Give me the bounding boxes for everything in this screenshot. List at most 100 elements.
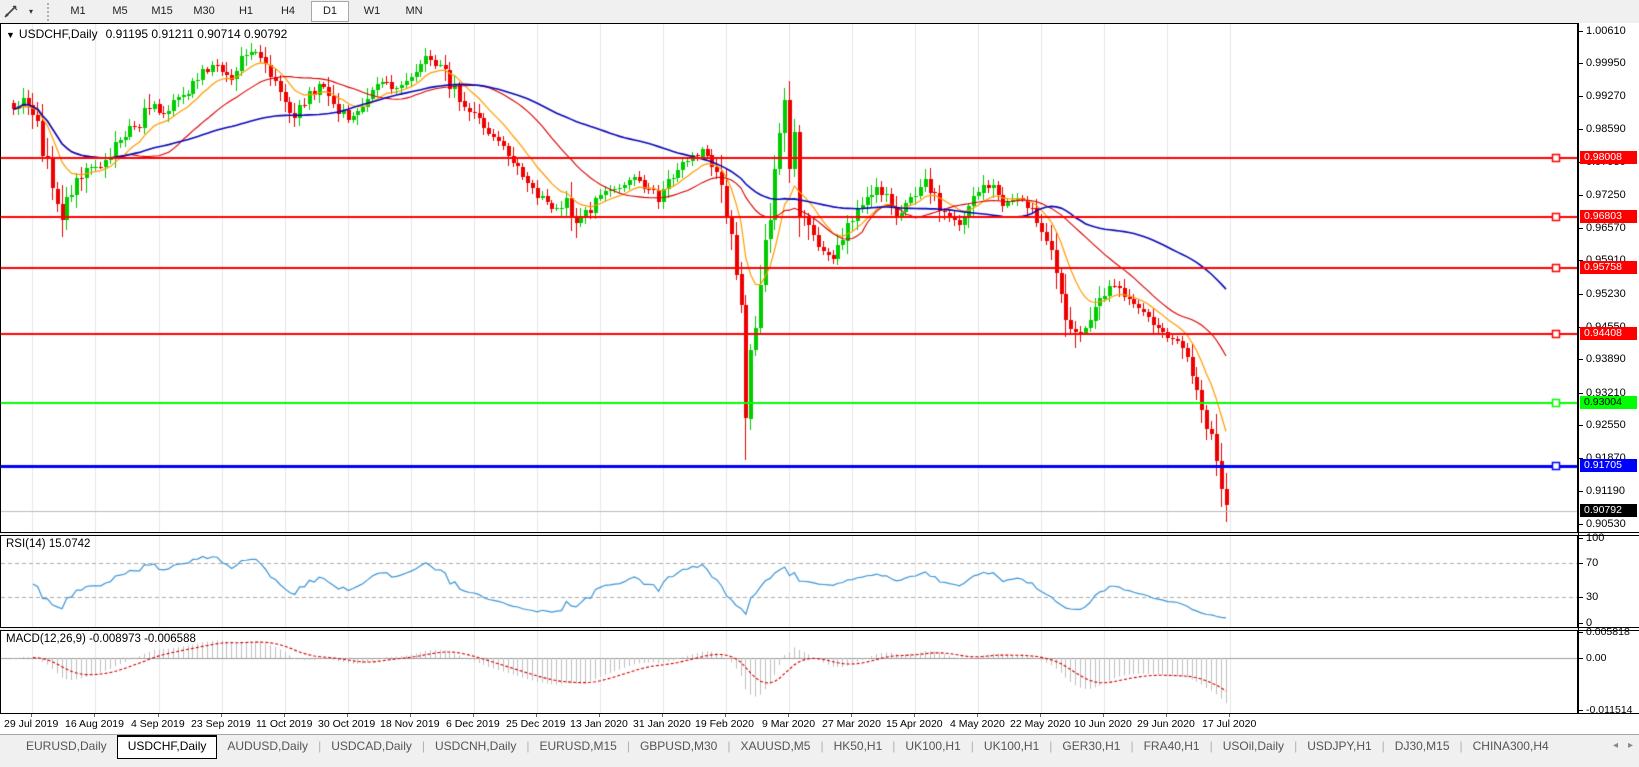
level-price-badge: 0.95758: [1580, 261, 1637, 274]
timeframe-button-m1[interactable]: M1: [59, 1, 97, 22]
tab-china300-h4[interactable]: CHINA300,H4: [1463, 736, 1559, 756]
price-tick: [1579, 393, 1583, 394]
time-tick: [1040, 714, 1041, 717]
price-tick: [1579, 195, 1583, 196]
time-tick: [221, 714, 222, 717]
time-tick: [410, 714, 411, 717]
time-tick: [1229, 714, 1230, 717]
time-tick: [599, 714, 600, 717]
cursor-tool-dropdown[interactable]: ▾: [23, 2, 37, 22]
level-price-badge: 0.96803: [1580, 210, 1637, 223]
rsi-tick-label: 70: [1586, 557, 1598, 569]
time-tick: [31, 714, 32, 717]
crosshair-icon: [4, 4, 19, 19]
tab-xauusd-m5[interactable]: XAUUSD,M5: [730, 736, 820, 756]
price-tick: [1579, 228, 1583, 229]
tab-hk50-h1[interactable]: HK50,H1: [824, 736, 893, 756]
tab-scroll-left-icon[interactable]: ◂: [1613, 740, 1618, 751]
tab-eurusd-m15[interactable]: EURUSD,M15: [529, 736, 626, 756]
chart-title: ▼USDCHF,Daily0.91195 0.91211 0.90714 0.9…: [6, 27, 287, 41]
time-tick: [977, 714, 978, 717]
time-tick-label: 4 Sep 2019: [131, 718, 185, 730]
tab-uk100-h1[interactable]: UK100,H1: [974, 736, 1049, 756]
time-tick: [536, 714, 537, 717]
price-tick: [1579, 491, 1583, 492]
time-tick: [851, 714, 852, 717]
rsi-tick: [1579, 623, 1583, 624]
current-price-badge: 0.90792: [1580, 504, 1637, 517]
tab-usdcnh-daily[interactable]: USDCNH,Daily: [425, 736, 526, 756]
timeframe-button-h4[interactable]: H4: [269, 1, 307, 22]
macd-canvas[interactable]: [1, 631, 1577, 713]
timeframe-buttons: M1M5M15M30H1H4D1W1MN: [57, 1, 435, 22]
tab-scrollers: ◂ ▸: [1613, 740, 1633, 751]
pane-divider: [1579, 535, 1639, 536]
tab-dj30-m15[interactable]: DJ30,M15: [1385, 736, 1460, 756]
time-tick-label: 9 Mar 2020: [762, 718, 815, 730]
rsi-label: RSI(14) 15.0742: [6, 538, 90, 550]
rsi-tick: [1579, 563, 1583, 564]
price-tick-label: 0.90530: [1586, 518, 1626, 530]
price-tick-label: 0.97250: [1586, 189, 1626, 201]
level-price-badge: 0.91705: [1580, 459, 1637, 472]
price-tick: [1579, 129, 1583, 130]
time-tick-label: 11 Oct 2019: [256, 718, 312, 730]
tab-fra40-h1[interactable]: FRA40,H1: [1134, 736, 1210, 756]
time-tick: [284, 714, 285, 717]
tab-usdcad-daily[interactable]: USDCAD,Daily: [321, 736, 422, 756]
time-tick-label: 30 Oct 2019: [318, 718, 375, 730]
price-tick-label: 0.92550: [1586, 419, 1626, 431]
timeframe-button-d1[interactable]: D1: [311, 1, 349, 22]
tab-uk100-h1[interactable]: UK100,H1: [895, 736, 970, 756]
rsi-tick-label: 30: [1586, 591, 1598, 603]
time-tick-label: 13 Jan 2020: [570, 718, 628, 730]
tab-audusd-daily[interactable]: AUDUSD,Daily: [217, 736, 318, 756]
timeframe-button-m15[interactable]: M15: [143, 1, 181, 22]
rsi-indicator-pane: RSI(14) 15.0742: [0, 535, 1578, 628]
price-tick: [1579, 63, 1583, 64]
time-tick-label: 23 Sep 2019: [191, 718, 251, 730]
tab-usdchf-daily[interactable]: USDCHF,Daily: [117, 735, 218, 759]
tab-usdjpy-h1[interactable]: USDJPY,H1: [1297, 736, 1381, 756]
pane-divider: [1579, 627, 1639, 628]
time-tick-label: 19 Feb 2020: [695, 718, 754, 730]
price-chart-canvas[interactable]: [1, 24, 1577, 532]
tab-ger30-h1[interactable]: GER30,H1: [1052, 736, 1130, 756]
timeframe-button-mn[interactable]: MN: [395, 1, 433, 22]
tab-scroll-right-icon[interactable]: ▸: [1628, 740, 1633, 751]
time-tick: [662, 714, 663, 717]
time-tick-label: 10 Jun 2020: [1074, 718, 1132, 730]
macd-tick-label: 0.00: [1586, 652, 1606, 664]
macd-tick: [1579, 632, 1583, 633]
price-axis: 1.006100.999500.992700.985900.979300.972…: [1578, 23, 1639, 714]
time-tick: [347, 714, 348, 717]
timeframe-toolbar: ▾ M1M5M15M30H1H4D1W1MN: [0, 0, 1639, 24]
timeframe-button-w1[interactable]: W1: [353, 1, 391, 22]
price-tick: [1579, 524, 1583, 525]
timeframe-button-h1[interactable]: H1: [227, 1, 265, 22]
time-tick-label: 18 Nov 2019: [380, 718, 440, 730]
tab-gbpusd-m30[interactable]: GBPUSD,M30: [630, 736, 727, 756]
rsi-canvas[interactable]: [1, 536, 1577, 627]
time-tick: [473, 714, 474, 717]
time-tick: [1103, 714, 1104, 717]
time-tick-label: 25 Dec 2019: [506, 718, 566, 730]
timeframe-button-m30[interactable]: M30: [185, 1, 223, 22]
cursor-tool-button[interactable]: [0, 2, 23, 22]
tab-eurusd-daily[interactable]: EURUSD,Daily: [16, 736, 117, 756]
chart-ohlc-values: 0.91195 0.91211 0.90714 0.90792: [106, 27, 288, 41]
timeframe-button-m5[interactable]: M5: [101, 1, 139, 22]
price-tick-label: 1.00610: [1586, 25, 1626, 37]
price-chart-pane: ▼USDCHF,Daily0.91195 0.91211 0.90714 0.9…: [0, 23, 1578, 533]
rsi-tick: [1579, 597, 1583, 598]
rsi-tick: [1579, 538, 1583, 539]
time-tick: [94, 714, 95, 717]
time-tick-label: 6 Dec 2019: [446, 718, 500, 730]
time-tick: [1166, 714, 1167, 717]
time-axis: 29 Jul 201916 Aug 20194 Sep 201923 Sep 2…: [0, 714, 1639, 734]
price-tick-label: 0.99270: [1586, 90, 1626, 102]
time-tick-label: 27 Mar 2020: [822, 718, 881, 730]
pane-divider: [1579, 630, 1639, 631]
collapse-chart-icon[interactable]: ▼: [6, 30, 15, 40]
tab-usoil-daily[interactable]: USOil,Daily: [1213, 736, 1294, 756]
